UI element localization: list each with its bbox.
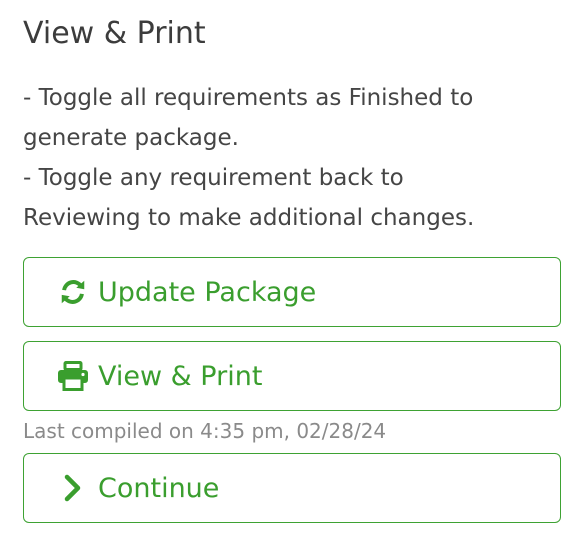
instruction-line: Reviewing to make additional changes. bbox=[23, 205, 475, 231]
update-package-button[interactable]: Update Package bbox=[23, 257, 561, 327]
update-package-label: Update Package bbox=[98, 276, 317, 308]
continue-label: Continue bbox=[98, 472, 220, 504]
view-print-button[interactable]: View & Print bbox=[23, 341, 561, 411]
printer-icon bbox=[56, 359, 90, 393]
continue-button[interactable]: Continue bbox=[23, 453, 561, 523]
chevron-right-icon bbox=[56, 471, 90, 505]
last-compiled-text: Last compiled on 4:35 pm, 02/28/24 bbox=[23, 419, 387, 443]
view-print-label: View & Print bbox=[98, 360, 263, 392]
refresh-icon bbox=[56, 275, 90, 309]
panel-title: View & Print bbox=[23, 16, 206, 51]
instruction-line: - Toggle all requirements as Finished to bbox=[23, 85, 474, 111]
instructions: - Toggle all requirements as Finished to… bbox=[23, 78, 568, 238]
instruction-line: - Toggle any requirement back to bbox=[23, 165, 404, 191]
instruction-line: generate package. bbox=[23, 125, 239, 151]
